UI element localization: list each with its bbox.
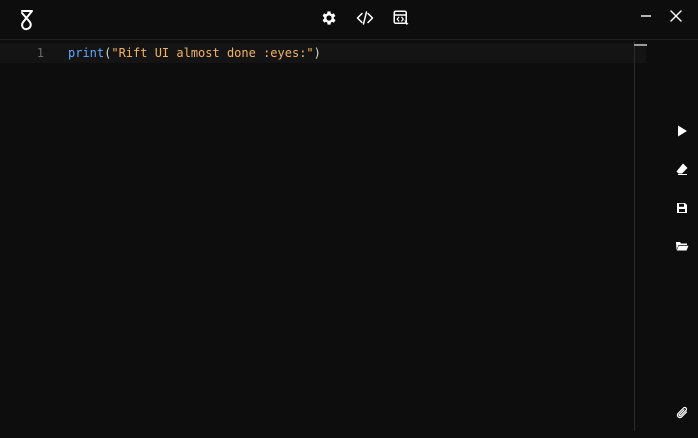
editor-button[interactable] xyxy=(355,10,375,30)
close-icon xyxy=(669,9,683,28)
minimize-button[interactable] xyxy=(638,10,654,26)
code-token-function: print xyxy=(68,46,105,60)
window-controls xyxy=(638,9,684,28)
attach-button[interactable] xyxy=(672,406,692,424)
save-button[interactable] xyxy=(672,201,692,219)
clear-button[interactable] xyxy=(672,162,692,180)
line-number: 1 xyxy=(36,46,44,60)
save-icon xyxy=(675,201,689,220)
script-hub-icon xyxy=(392,9,410,32)
title-bar xyxy=(0,0,698,40)
code-icon xyxy=(356,9,374,32)
execute-button[interactable] xyxy=(672,124,692,142)
script-hub-button[interactable] xyxy=(391,10,411,30)
code-editor[interactable]: 1 print("Rift UI almost done :eyes:") xyxy=(0,41,646,431)
scrollbar-thumb[interactable] xyxy=(634,44,647,46)
paperclip-icon xyxy=(675,406,689,425)
code-line[interactable]: 1 print("Rift UI almost done :eyes:") xyxy=(0,43,646,63)
close-button[interactable] xyxy=(668,9,684,28)
code-token-paren-close: ) xyxy=(313,46,321,60)
folder-open-icon xyxy=(675,239,689,258)
code-token-string: "Rift UI almost done :eyes:" xyxy=(111,46,314,60)
open-file-button[interactable] xyxy=(672,239,692,257)
executor-window: 1 print("Rift UI almost done :eyes:") xyxy=(0,0,698,438)
play-icon xyxy=(675,124,689,143)
code-text[interactable]: print("Rift UI almost done :eyes:") xyxy=(68,43,321,63)
rift-logo-icon xyxy=(17,8,37,32)
minimize-icon xyxy=(639,9,653,28)
gear-icon xyxy=(320,9,338,32)
toolbar xyxy=(319,10,411,30)
eraser-icon xyxy=(675,162,689,181)
settings-button[interactable] xyxy=(319,10,339,30)
editor-scrollbar[interactable] xyxy=(634,41,635,431)
